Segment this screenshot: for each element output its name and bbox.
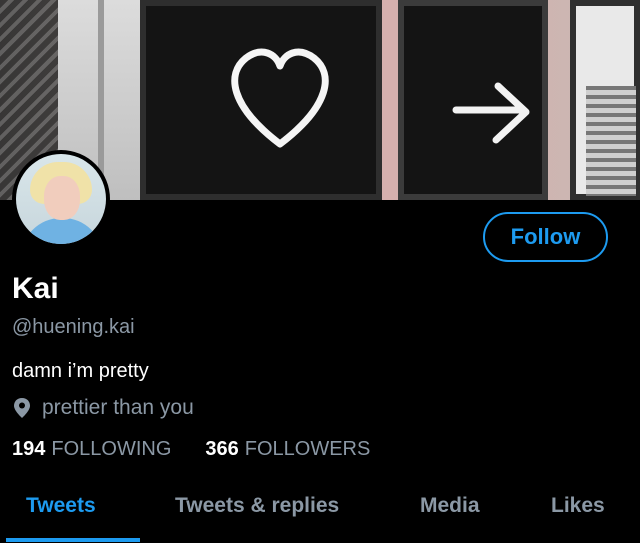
neon-heart-icon xyxy=(220,36,340,156)
profile-name: Kai xyxy=(12,272,59,305)
followers-label: FOLLOWERS xyxy=(244,438,371,460)
location-text: prettier than you xyxy=(42,396,194,419)
profile-location: prettier than you xyxy=(12,396,194,420)
following-label: FOLLOWING xyxy=(51,438,172,460)
profile-handle: @huening.kai xyxy=(12,316,135,338)
neon-arrow-icon xyxy=(450,70,540,160)
followers-count: 366 xyxy=(205,438,239,460)
following-count: 194 xyxy=(12,438,46,460)
active-tab-indicator xyxy=(6,538,140,542)
tab-likes[interactable]: Likes xyxy=(551,494,605,518)
avatar[interactable] xyxy=(12,150,110,248)
profile-stats: 194 FOLLOWING 366 FOLLOWERS xyxy=(12,438,370,461)
profile-bio: damn i’m pretty xyxy=(12,360,149,382)
tab-tweets[interactable]: Tweets xyxy=(26,494,96,518)
profile-tabs: Tweets Tweets & replies Media Likes xyxy=(0,486,640,543)
tab-tweets-and-replies[interactable]: Tweets & replies xyxy=(175,494,339,518)
banner-panel-window xyxy=(570,0,640,200)
followers-stat[interactable]: 366 FOLLOWERS xyxy=(205,438,370,461)
avatar-image xyxy=(16,154,106,244)
following-stat[interactable]: 194 FOLLOWING xyxy=(12,438,171,461)
tab-media[interactable]: Media xyxy=(420,494,480,518)
follow-button[interactable]: Follow xyxy=(483,212,608,262)
location-pin-icon xyxy=(12,397,32,419)
